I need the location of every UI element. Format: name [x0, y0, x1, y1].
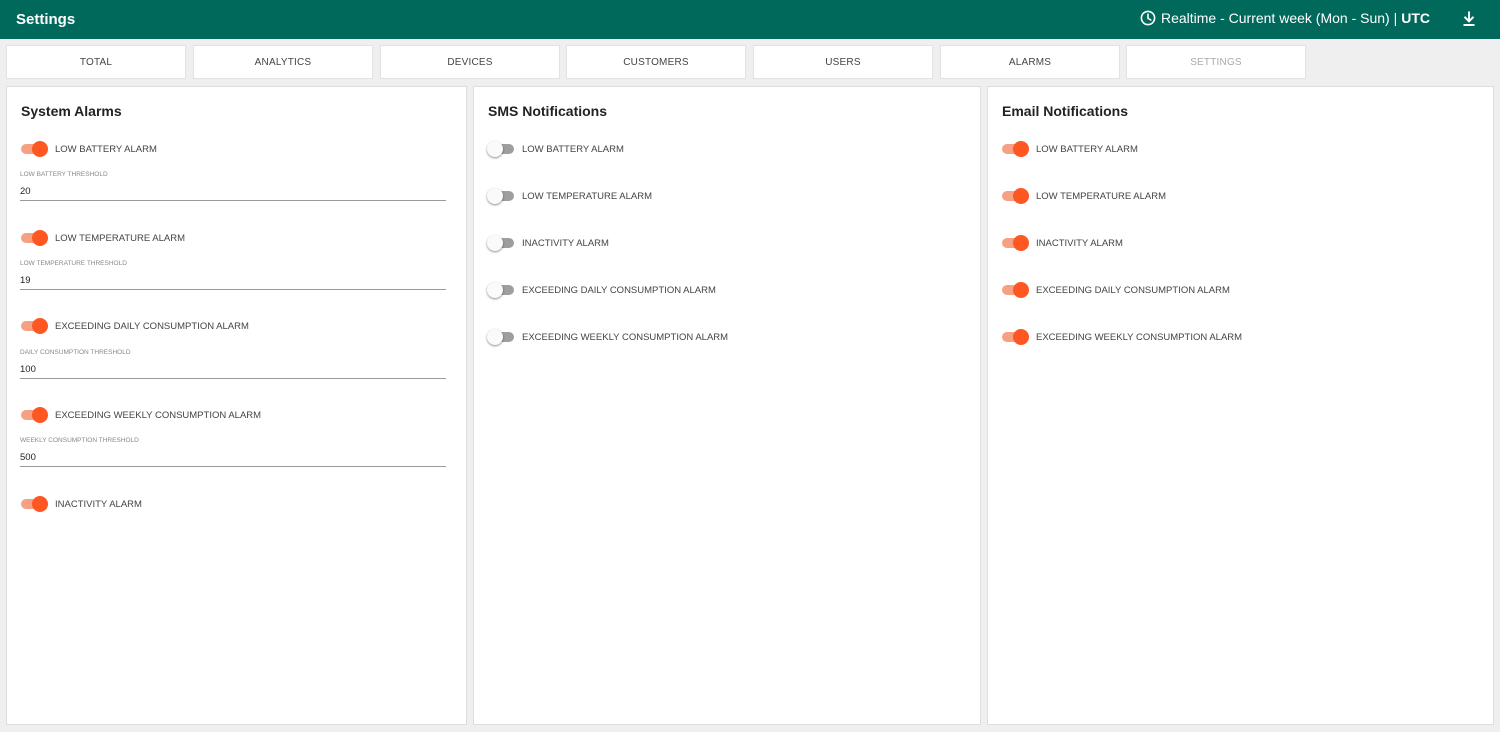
- low-temperature-alarm-label: LOW TEMPERATURE ALARM: [55, 232, 186, 244]
- page-title: Settings: [16, 11, 76, 28]
- low-temperature-alarm-toggle[interactable]: [20, 230, 48, 246]
- download-icon[interactable]: [1461, 11, 1477, 27]
- sms-low-battery-toggle[interactable]: [487, 141, 515, 157]
- inactivity-alarm-row: INACTIVITY ALARM: [20, 495, 142, 513]
- weekly-consumption-alarm-label: EXCEEDING WEEKLY CONSUMPTION ALARM: [55, 409, 262, 421]
- email-weekly-consumption-label: EXCEEDING WEEKLY CONSUMPTION ALARM: [1036, 331, 1243, 343]
- sms-daily-consumption-label: EXCEEDING DAILY CONSUMPTION ALARM: [522, 284, 716, 296]
- email-notifications-card: Email Notifications LOW BATTERY ALARM LO…: [987, 86, 1494, 725]
- daily-consumption-threshold-input[interactable]: [20, 364, 446, 379]
- email-low-battery-label: LOW BATTERY ALARM: [1036, 143, 1138, 155]
- sms-weekly-consumption-toggle[interactable]: [487, 329, 515, 345]
- sms-weekly-consumption-row: EXCEEDING WEEKLY CONSUMPTION ALARM: [487, 328, 728, 346]
- sms-notifications-card: SMS Notifications LOW BATTERY ALARM LOW …: [473, 86, 981, 725]
- daily-consumption-alarm-row: EXCEEDING DAILY CONSUMPTION ALARM: [20, 317, 249, 335]
- tab-alarms[interactable]: ALARMS: [940, 45, 1120, 79]
- low-temperature-threshold-label: LOW TEMPERATURE THRESHOLD: [20, 260, 127, 267]
- email-low-temperature-row: LOW TEMPERATURE ALARM: [1001, 187, 1166, 205]
- tab-analytics[interactable]: ANALYTICS: [193, 45, 373, 79]
- low-battery-threshold-field: LOW BATTERY THRESHOLD: [20, 171, 446, 201]
- sms-daily-consumption-row: EXCEEDING DAILY CONSUMPTION ALARM: [487, 281, 716, 299]
- low-battery-alarm-label: LOW BATTERY ALARM: [55, 143, 157, 155]
- top-app-bar: Settings Realtime - Current week (Mon - …: [0, 0, 1500, 39]
- tab-customers[interactable]: CUSTOMERS: [566, 45, 746, 79]
- inactivity-alarm-toggle[interactable]: [20, 496, 48, 512]
- daily-consumption-threshold-label: DAILY CONSUMPTION THRESHOLD: [20, 349, 131, 356]
- sms-notifications-title: SMS Notifications: [488, 103, 608, 119]
- tab-total[interactable]: TOTAL: [6, 45, 186, 79]
- email-daily-consumption-row: EXCEEDING DAILY CONSUMPTION ALARM: [1001, 281, 1230, 299]
- sms-low-battery-label: LOW BATTERY ALARM: [522, 143, 624, 155]
- system-alarms-card: System Alarms LOW BATTERY ALARM LOW BATT…: [6, 86, 467, 725]
- timezone-text: UTC: [1401, 10, 1430, 26]
- sms-inactivity-row: INACTIVITY ALARM: [487, 234, 609, 252]
- sms-inactivity-label: INACTIVITY ALARM: [522, 237, 609, 249]
- email-low-battery-row: LOW BATTERY ALARM: [1001, 140, 1138, 158]
- low-battery-alarm-toggle[interactable]: [20, 141, 48, 157]
- low-temperature-threshold-field: LOW TEMPERATURE THRESHOLD: [20, 260, 446, 290]
- low-battery-threshold-input[interactable]: [20, 186, 446, 201]
- tab-users[interactable]: USERS: [753, 45, 933, 79]
- low-temperature-alarm-row: LOW TEMPERATURE ALARM: [20, 229, 185, 247]
- email-inactivity-row: INACTIVITY ALARM: [1001, 234, 1123, 252]
- email-notifications-title: Email Notifications: [1002, 103, 1129, 119]
- daily-consumption-alarm-label: EXCEEDING DAILY CONSUMPTION ALARM: [55, 320, 249, 332]
- email-daily-consumption-toggle[interactable]: [1001, 282, 1029, 298]
- tab-devices[interactable]: DEVICES: [380, 45, 560, 79]
- sms-low-temperature-toggle[interactable]: [487, 188, 515, 204]
- daily-consumption-alarm-toggle[interactable]: [20, 318, 48, 334]
- low-temperature-threshold-input[interactable]: [20, 275, 446, 290]
- time-range-text: Realtime - Current week (Mon - Sun) |: [1160, 10, 1398, 26]
- email-low-temperature-label: LOW TEMPERATURE ALARM: [1036, 190, 1167, 202]
- email-inactivity-toggle[interactable]: [1001, 235, 1029, 251]
- sms-low-battery-row: LOW BATTERY ALARM: [487, 140, 624, 158]
- time-range-selector[interactable]: Realtime - Current week (Mon - Sun) | UT…: [1140, 10, 1430, 26]
- sms-low-temperature-row: LOW TEMPERATURE ALARM: [487, 187, 652, 205]
- system-alarms-title: System Alarms: [21, 103, 122, 119]
- email-inactivity-label: INACTIVITY ALARM: [1036, 237, 1123, 249]
- sms-weekly-consumption-label: EXCEEDING WEEKLY CONSUMPTION ALARM: [522, 331, 729, 343]
- weekly-consumption-alarm-toggle[interactable]: [20, 407, 48, 423]
- tab-settings[interactable]: SETTINGS: [1126, 45, 1306, 79]
- clock-icon: [1140, 10, 1156, 26]
- email-low-battery-toggle[interactable]: [1001, 141, 1029, 157]
- sms-inactivity-toggle[interactable]: [487, 235, 515, 251]
- weekly-consumption-threshold-label: WEEKLY CONSUMPTION THRESHOLD: [20, 437, 139, 444]
- email-low-temperature-toggle[interactable]: [1001, 188, 1029, 204]
- low-battery-alarm-row: LOW BATTERY ALARM: [20, 140, 157, 158]
- inactivity-alarm-label: INACTIVITY ALARM: [55, 498, 142, 510]
- low-battery-threshold-label: LOW BATTERY THRESHOLD: [20, 171, 108, 178]
- sms-low-temperature-label: LOW TEMPERATURE ALARM: [522, 190, 653, 202]
- email-weekly-consumption-toggle[interactable]: [1001, 329, 1029, 345]
- email-weekly-consumption-row: EXCEEDING WEEKLY CONSUMPTION ALARM: [1001, 328, 1242, 346]
- weekly-consumption-threshold-input[interactable]: [20, 452, 446, 467]
- weekly-consumption-alarm-row: EXCEEDING WEEKLY CONSUMPTION ALARM: [20, 406, 261, 424]
- daily-consumption-threshold-field: DAILY CONSUMPTION THRESHOLD: [20, 349, 446, 379]
- weekly-consumption-threshold-field: WEEKLY CONSUMPTION THRESHOLD: [20, 437, 446, 467]
- sms-daily-consumption-toggle[interactable]: [487, 282, 515, 298]
- email-daily-consumption-label: EXCEEDING DAILY CONSUMPTION ALARM: [1036, 284, 1230, 296]
